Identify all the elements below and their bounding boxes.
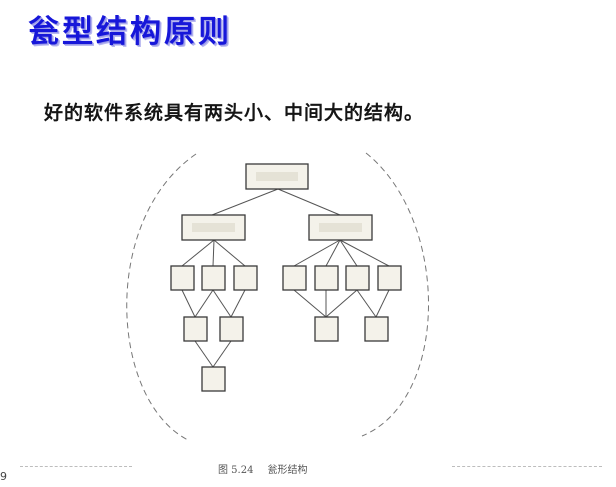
figure-number: 图 5.24	[218, 465, 254, 476]
figure-caption-text: 瓮形结构	[267, 465, 308, 476]
module-box-root	[245, 163, 309, 190]
jar-structure-diagram	[126, 152, 429, 441]
footer-divider	[452, 466, 602, 467]
module-box-right	[308, 214, 373, 241]
figure-caption: 图 5.24 瓮形结构	[218, 461, 321, 476]
module-box-bottom	[201, 366, 226, 392]
module-box-level3	[170, 265, 402, 291]
jar-outline	[361, 152, 429, 437]
page-number: 9	[0, 470, 7, 483]
footer-divider	[20, 466, 132, 467]
module-box-level4	[183, 316, 389, 342]
module-box-left	[181, 214, 246, 241]
